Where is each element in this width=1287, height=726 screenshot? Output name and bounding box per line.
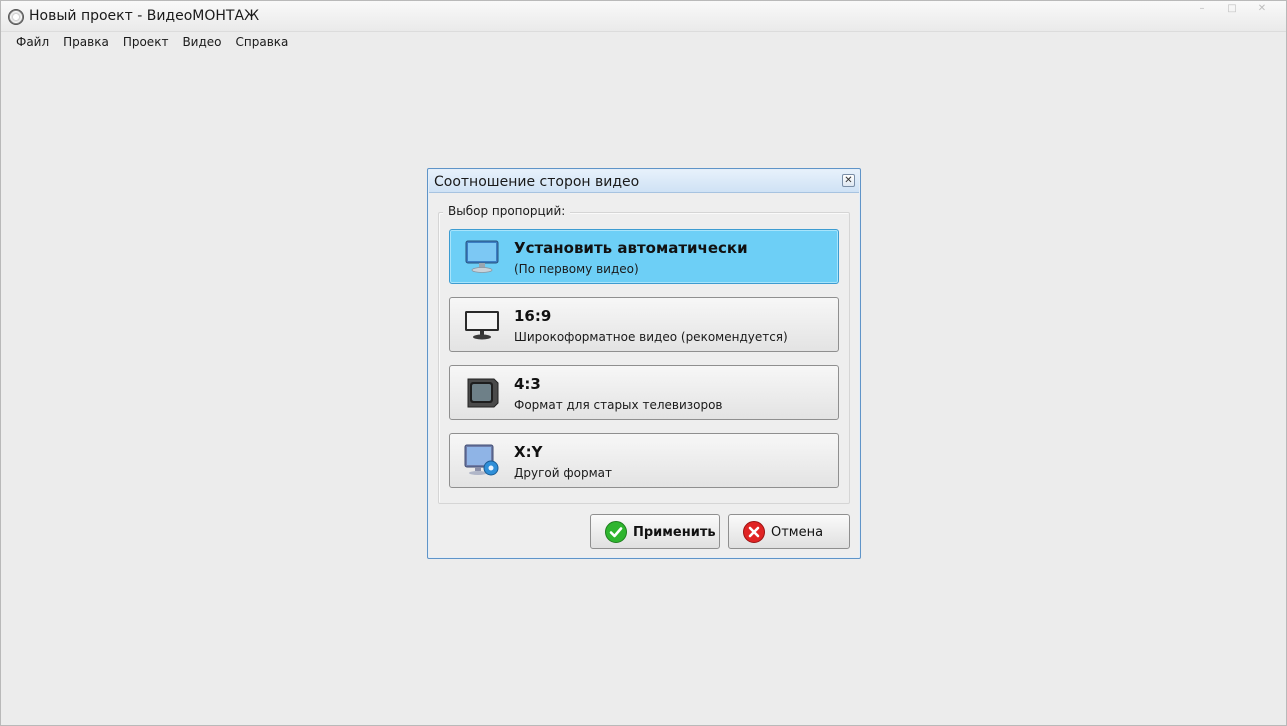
crt-tv-icon: [467, 378, 499, 408]
option-4-3-subtitle: Формат для старых телевизоров: [514, 398, 723, 412]
aspect-ratio-dialog: Соотношение сторон видео ✕ Выбор пропорц…: [427, 168, 861, 559]
option-16-9-subtitle: Широкоформатное видео (рекомендуется): [514, 330, 788, 344]
group-label: Выбор пропорций:: [443, 204, 571, 218]
menu-file[interactable]: Файл: [9, 32, 56, 52]
cancel-label: Отмена: [771, 525, 824, 540]
option-16-9-title: 16:9: [514, 307, 552, 325]
main-window: Новый проект - ВидеоМОНТАЖ – □ ✕ Файл Пр…: [0, 0, 1287, 726]
menu-bar: Файл Правка Проект Видео Справка: [1, 32, 1286, 52]
dialog-title-bar[interactable]: Соотношение сторон видео ✕: [429, 170, 859, 193]
option-custom-title: X:Y: [514, 443, 543, 461]
maximize-icon[interactable]: □: [1222, 3, 1242, 15]
option-4-3-title: 4:3: [514, 375, 541, 393]
option-custom-subtitle: Другой формат: [514, 466, 612, 480]
window-title: Новый проект - ВидеоМОНТАЖ: [29, 8, 260, 24]
checkmark-icon: [605, 521, 627, 543]
app-logo-icon: [8, 9, 24, 25]
monitor-gear-icon: [464, 444, 499, 476]
option-auto-button[interactable]: Установить автоматически (По первому вид…: [449, 229, 839, 284]
monitor-blue-icon: [465, 240, 499, 273]
minimize-icon[interactable]: –: [1192, 3, 1212, 15]
dialog-title: Соотношение сторон видео: [434, 174, 640, 190]
cancel-button[interactable]: Отмена: [728, 514, 850, 549]
option-auto-subtitle: (По первому видео): [514, 262, 639, 276]
dialog-close-icon[interactable]: ✕: [842, 174, 855, 187]
menu-help[interactable]: Справка: [229, 32, 296, 52]
option-custom-button[interactable]: X:Y Другой формат: [449, 433, 839, 488]
title-bar[interactable]: Новый проект - ВидеоМОНТАЖ – □ ✕: [1, 1, 1286, 32]
menu-project[interactable]: Проект: [116, 32, 176, 52]
cancel-x-icon: [743, 521, 765, 543]
window-controls: – □ ✕: [1192, 3, 1272, 15]
option-4-3-button[interactable]: 4:3 Формат для старых телевизоров: [449, 365, 839, 420]
apply-label: Применить: [633, 525, 716, 540]
menu-edit[interactable]: Правка: [56, 32, 116, 52]
widescreen-monitor-icon: [465, 311, 499, 340]
option-auto-title: Установить автоматически: [514, 239, 748, 257]
menu-video[interactable]: Видео: [175, 32, 228, 52]
option-16-9-button[interactable]: 16:9 Широкоформатное видео (рекомендуетс…: [449, 297, 839, 352]
apply-button[interactable]: Применить: [590, 514, 720, 549]
close-window-icon[interactable]: ✕: [1252, 3, 1272, 15]
